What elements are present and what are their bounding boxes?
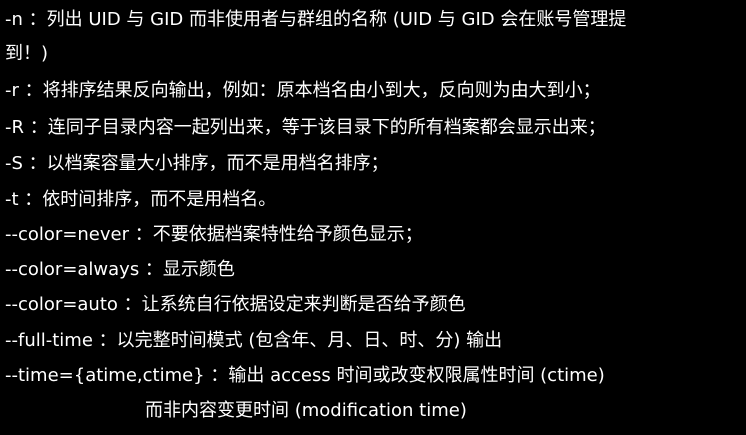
terminal-output: -n ：列出 UID 与 GID 而非使用者与群组的名称 (UID 与 GID … xyxy=(0,0,746,435)
option-full-time-line: --full-time ：以完整时间模式 (包含年、月、日、时、分) 输出 xyxy=(5,330,503,351)
option-color-always-line: --color=always ：显示颜色 xyxy=(5,259,235,280)
option-color-auto-line: --color=auto ：让系统自行依据设定来判断是否给予颜色 xyxy=(5,294,466,315)
option-S-line: -S ：以档案容量大小排序，而不是用档名排序； xyxy=(5,153,389,174)
option-time-line-continued: 而非内容变更时间 (modification time) xyxy=(145,400,467,421)
option-n-line-continued: 到！) xyxy=(5,43,49,64)
option-t-line: -t ：依时间排序，而不是用档名。 xyxy=(5,189,277,210)
option-color-never-line: --color=never ：不要依据档案特性给予颜色显示； xyxy=(5,224,423,245)
option-time-line: --time={atime,ctime} ：输出 access 时间或改变权限属… xyxy=(5,365,605,386)
option-R-line: -R ：连同子目录内容一起列出来，等于该目录下的所有档案都会显示出来； xyxy=(5,117,606,138)
option-n-line: -n ：列出 UID 与 GID 而非使用者与群组的名称 (UID 与 GID … xyxy=(5,9,627,30)
option-r-line: -r ：将排序结果反向输出，例如：原本档名由小到大，反向则为由大到小； xyxy=(5,80,601,101)
